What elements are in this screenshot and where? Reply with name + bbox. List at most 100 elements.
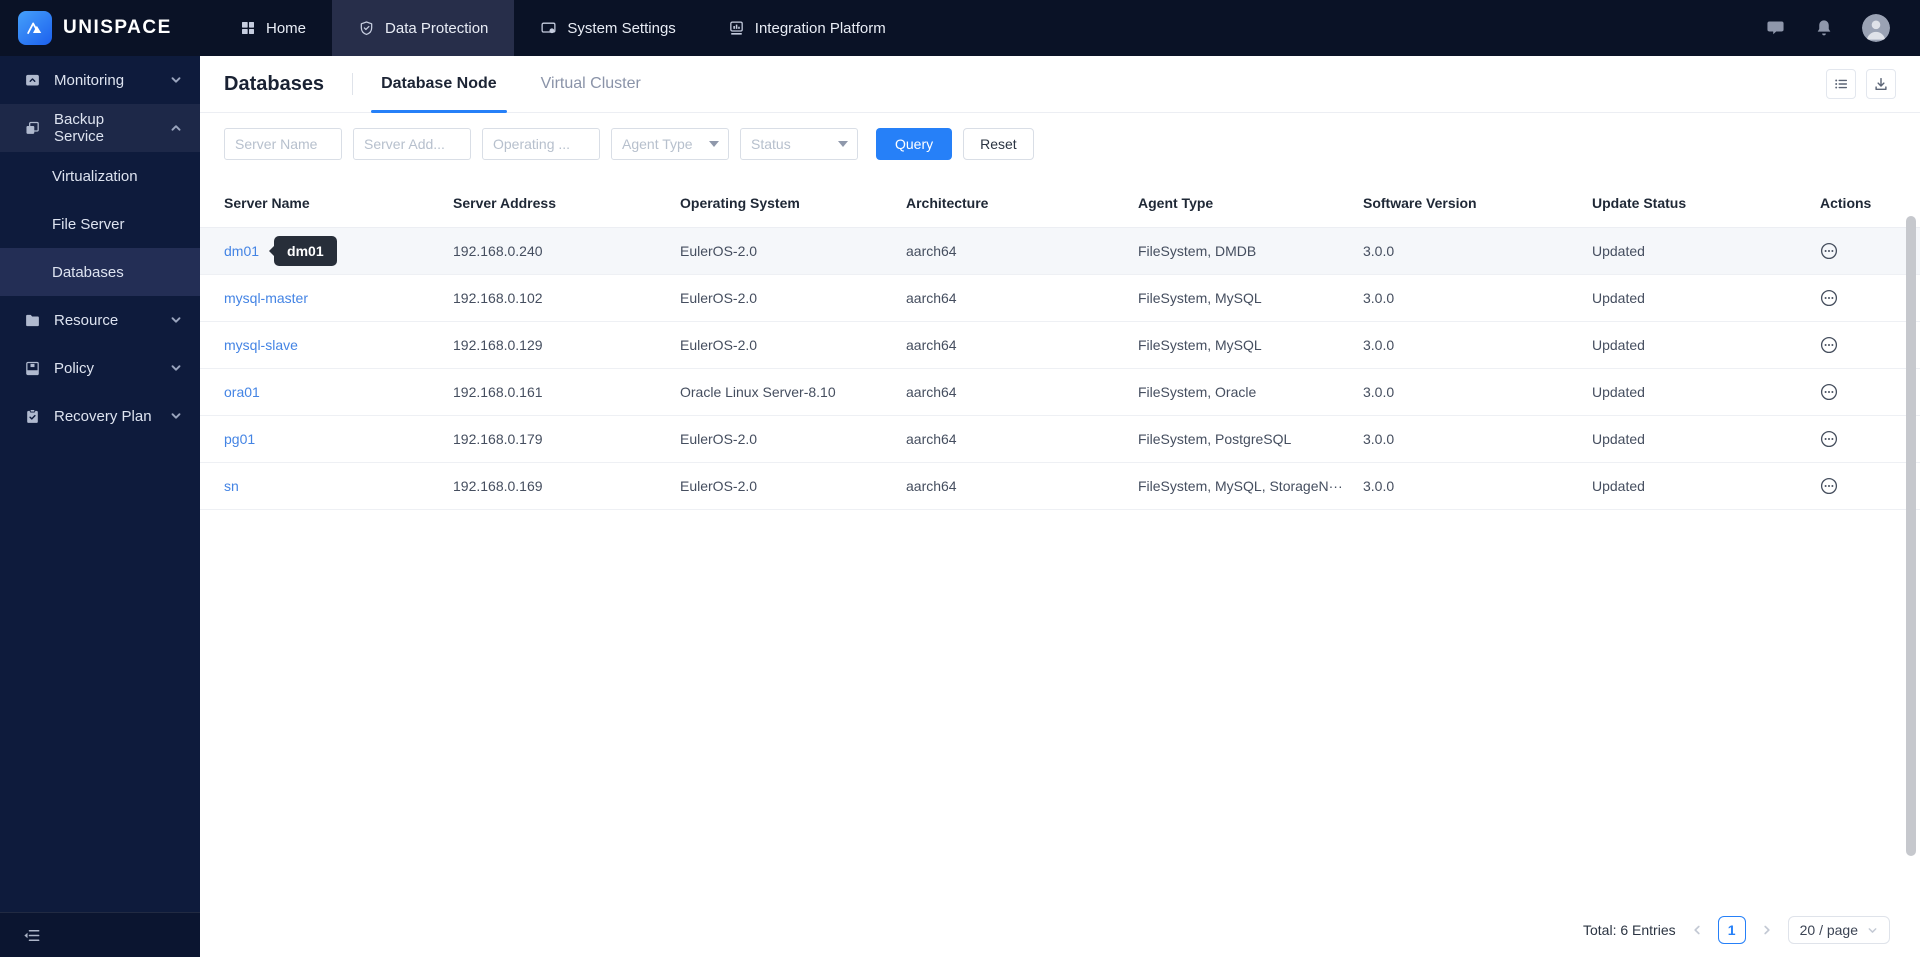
main-content: Databases Database Node Virtual Cluster — [200, 56, 1920, 957]
bell-icon[interactable] — [1814, 18, 1834, 38]
topnav-data-protection[interactable]: Data Protection — [332, 0, 515, 56]
update-status: Updated — [1592, 243, 1645, 259]
sidebar-item-label: Recovery Plan — [54, 407, 152, 425]
architecture: aarch64 — [906, 290, 957, 306]
status-select[interactable]: Status — [740, 128, 858, 160]
architecture: aarch64 — [906, 431, 957, 447]
server-link[interactable]: mysql-slave — [224, 337, 298, 353]
agent-type-select[interactable]: Agent Type — [611, 128, 729, 160]
topnav-label: Integration Platform — [754, 19, 886, 37]
column-settings-button[interactable] — [1826, 69, 1856, 99]
sidebar-item-label: Databases — [52, 263, 124, 281]
update-status: Updated — [1592, 337, 1645, 353]
shield-icon — [358, 20, 375, 37]
server-link[interactable]: ora01 — [224, 384, 260, 400]
reset-button[interactable]: Reset — [963, 128, 1034, 160]
tab-label: Database Node — [381, 75, 497, 92]
operating-system: EulerOS-2.0 — [680, 431, 758, 447]
server-link[interactable]: dm01 — [224, 243, 259, 259]
architecture: aarch64 — [906, 337, 957, 353]
top-nav: Home Data Protection System Settings Int… — [214, 0, 912, 56]
page-number-button[interactable]: 1 — [1717, 916, 1746, 944]
table-row: ora01 192.168.0.161 Oracle Linux Server-… — [200, 369, 1920, 416]
topnav-home[interactable]: Home — [214, 0, 332, 56]
folder-icon — [24, 312, 41, 329]
collapse-sidebar-icon[interactable] — [22, 926, 41, 945]
chat-icon[interactable] — [1765, 18, 1786, 39]
sidebar-item-databases[interactable]: Databases — [0, 248, 200, 296]
row-actions-button[interactable] — [1820, 430, 1896, 448]
update-status: Updated — [1592, 478, 1645, 494]
agent-type: FileSystem, Oracle — [1138, 384, 1257, 400]
topnav-label: Home — [266, 19, 307, 37]
prev-page-icon[interactable] — [1691, 924, 1703, 936]
server-link[interactable]: sn — [224, 478, 239, 494]
query-button[interactable]: Query — [876, 128, 953, 160]
software-version: 3.0.0 — [1363, 290, 1395, 306]
table-row: sn 192.168.0.169 EulerOS-2.0 aarch64 Fil… — [200, 463, 1920, 510]
page-size-select[interactable]: 20 / page — [1787, 916, 1890, 944]
agent-type: FileSystem, DMDB — [1138, 243, 1257, 259]
download-button[interactable] — [1866, 69, 1896, 99]
brand-name: UNISPACE — [63, 17, 172, 38]
operating-system: Oracle Linux Server-8.10 — [680, 384, 836, 400]
operating-system-input[interactable] — [482, 128, 600, 160]
sidebar-item-policy[interactable]: Policy — [0, 344, 200, 392]
tab-label: Virtual Cluster — [540, 75, 641, 92]
col-server-address: Server Address — [453, 194, 556, 211]
topbar-right — [1765, 14, 1920, 42]
row-actions-button[interactable] — [1820, 477, 1896, 495]
row-actions-button[interactable] — [1820, 289, 1896, 307]
row-actions-button[interactable] — [1820, 242, 1896, 260]
avatar[interactable] — [1862, 14, 1890, 42]
tab-virtual-cluster[interactable]: Virtual Cluster — [541, 56, 641, 113]
update-status: Updated — [1592, 384, 1645, 400]
col-architecture: Architecture — [906, 194, 989, 211]
tab-database-node[interactable]: Database Node — [371, 56, 507, 113]
filter-bar: Agent Type Status Query Reset — [200, 113, 1920, 174]
software-version: 3.0.0 — [1363, 431, 1395, 447]
architecture: aarch64 — [906, 478, 957, 494]
server-address: 192.168.0.129 — [453, 337, 543, 353]
col-software-version: Software Version — [1363, 194, 1477, 211]
monitor-icon — [540, 20, 557, 37]
server-address-input[interactable] — [353, 128, 471, 160]
sidebar-item-backup-service[interactable]: Backup Service — [0, 104, 200, 152]
brand: UNISPACE — [0, 11, 200, 45]
vertical-scrollbar[interactable] — [1906, 216, 1916, 856]
topbar: UNISPACE Home Data Protection System Set… — [0, 0, 1920, 56]
next-page-icon[interactable] — [1761, 924, 1773, 936]
sidebar-item-label: Monitoring — [54, 71, 125, 89]
server-link[interactable]: pg01 — [224, 431, 255, 447]
table-row: dm01 dm01 192.168.0.240 EulerOS-2.0 aarc… — [200, 228, 1920, 275]
software-version: 3.0.0 — [1363, 384, 1395, 400]
sidebar-footer — [0, 912, 200, 957]
sidebar-item-file-server[interactable]: File Server — [0, 200, 200, 248]
update-status: Updated — [1592, 431, 1645, 447]
operating-system: EulerOS-2.0 — [680, 337, 758, 353]
row-actions-button[interactable] — [1820, 383, 1896, 401]
server-name-input[interactable] — [224, 128, 342, 160]
tooltip: dm01 — [274, 236, 337, 266]
sidebar-item-recovery-plan[interactable]: Recovery Plan — [0, 392, 200, 440]
sidebar-item-resource[interactable]: Resource — [0, 296, 200, 344]
col-operating-system: Operating System — [680, 194, 800, 211]
caret-down-icon — [709, 141, 719, 147]
sidebar-item-virtualization[interactable]: Virtualization — [0, 152, 200, 200]
server-link[interactable]: mysql-master — [224, 290, 308, 306]
row-actions-button[interactable] — [1820, 336, 1896, 354]
sidebar-item-monitoring[interactable]: Monitoring — [0, 56, 200, 104]
monitor-chat-icon — [24, 72, 41, 89]
col-agent-type: Agent Type — [1138, 194, 1214, 211]
topnav-integration-platform[interactable]: Integration Platform — [702, 0, 912, 56]
pagination-total: Total: 6 Entries — [1583, 922, 1676, 938]
operating-system: EulerOS-2.0 — [680, 478, 758, 494]
server-address: 192.168.0.161 — [453, 384, 543, 400]
server-address: 192.168.0.179 — [453, 431, 543, 447]
server-address: 192.168.0.169 — [453, 478, 543, 494]
chevron-down-icon — [170, 74, 182, 86]
chart-box-icon — [728, 20, 745, 37]
architecture: aarch64 — [906, 384, 957, 400]
software-version: 3.0.0 — [1363, 478, 1395, 494]
topnav-system-settings[interactable]: System Settings — [514, 0, 701, 56]
